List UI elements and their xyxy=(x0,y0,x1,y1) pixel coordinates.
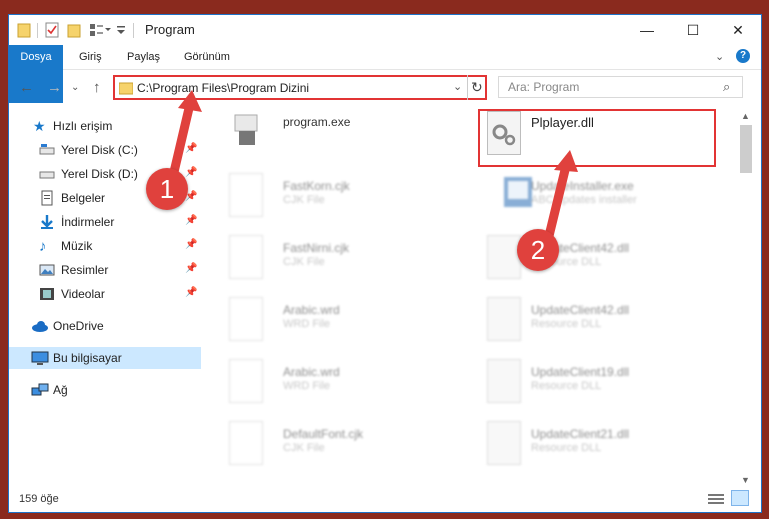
callout-1: 1 xyxy=(146,168,188,210)
annotation-arrows xyxy=(169,90,578,245)
callout-2: 2 xyxy=(517,229,559,271)
